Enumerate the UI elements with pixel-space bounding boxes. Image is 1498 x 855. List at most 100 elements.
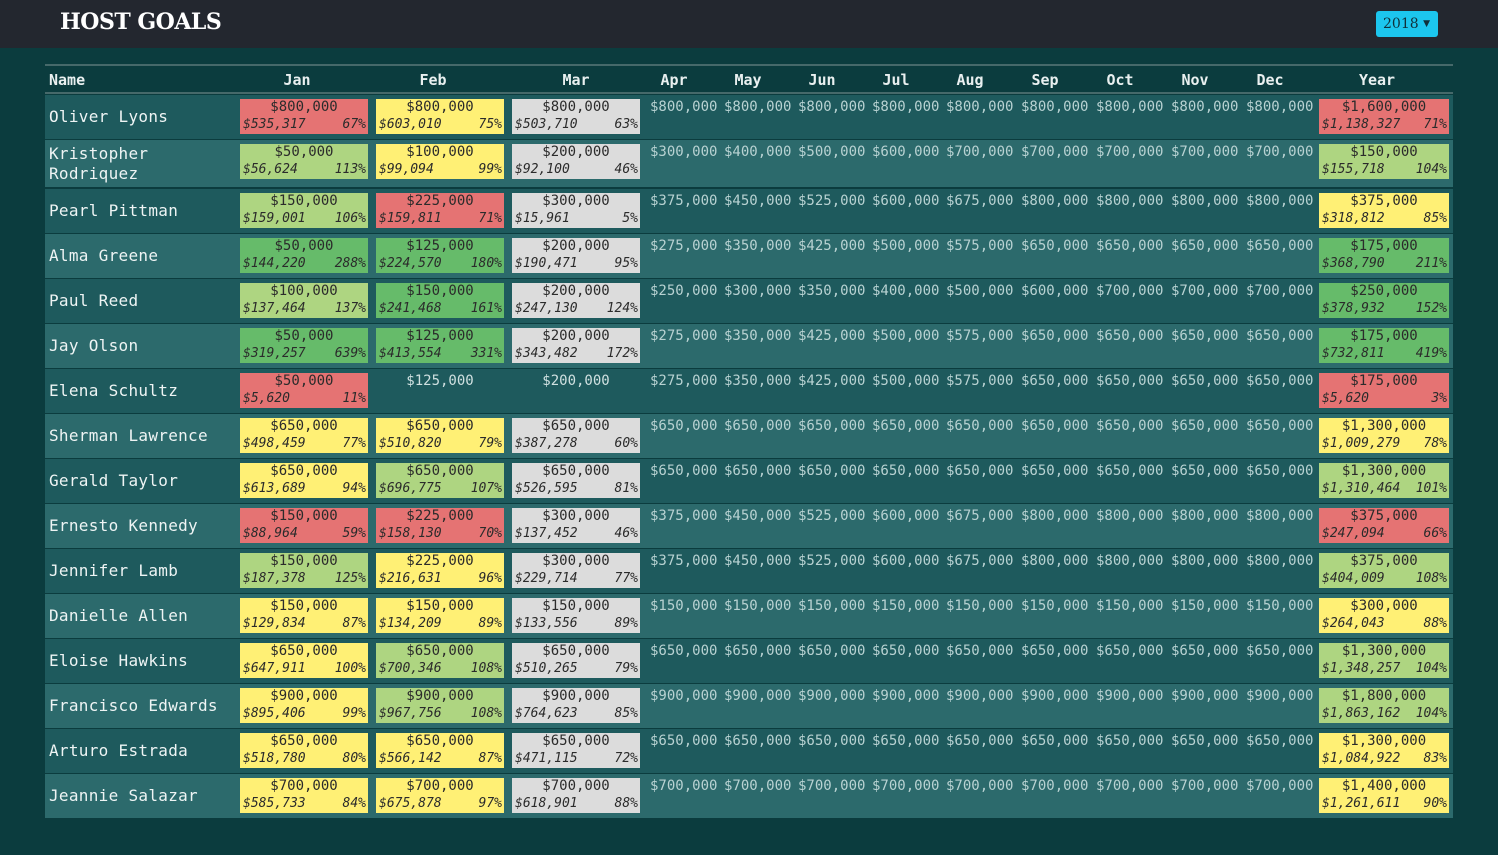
column-header-may[interactable]: May: [708, 71, 788, 89]
table-row[interactable]: Eloise Hawkins $650,000 $647,911 100% $650,0…: [45, 639, 1453, 684]
actual-value: $133,556: [515, 616, 578, 631]
goal-value: $200,000: [542, 373, 610, 389]
table-row[interactable]: Ernesto Kennedy $150,000 $88,964 59% $225,00…: [45, 504, 1453, 549]
month-goal: $650,000: [650, 463, 718, 479]
goal-value: $800,000: [270, 99, 338, 115]
actual-value: $159,001: [243, 211, 306, 226]
host-name: Sherman Lawrence: [49, 426, 208, 445]
table-row[interactable]: Gerald Taylor $650,000 $613,689 94% $650,000…: [45, 459, 1453, 504]
actual-value: $144,220: [243, 256, 306, 271]
column-header-jan[interactable]: Jan: [257, 71, 337, 89]
month-goal: $350,000: [724, 238, 792, 254]
percent-value: 59%: [342, 526, 366, 541]
percent-value: 89%: [478, 616, 502, 631]
month-goal: $650,000: [1021, 328, 1089, 344]
column-header-oct[interactable]: Oct: [1080, 71, 1160, 89]
goal-value: $1,600,000: [1341, 99, 1427, 115]
month-goal: $650,000: [1021, 373, 1089, 389]
goal-value: $200,000: [542, 283, 610, 299]
month-goal: $500,000: [946, 283, 1014, 299]
goal-value: $650,000: [270, 733, 338, 749]
host-name: Ernesto Kennedy: [49, 516, 198, 535]
month-cell: $650,000 $613,689 94%: [240, 463, 368, 498]
table-row[interactable]: Danielle Allen $150,000 $129,834 87% $150,00…: [45, 594, 1453, 639]
month-goal: $375,000: [650, 508, 718, 524]
month-goal: $700,000: [1171, 778, 1239, 794]
month-goal: $900,000: [872, 688, 940, 704]
month-cell: $150,000 $88,964 59%: [240, 508, 368, 543]
actual-value: $967,756: [379, 706, 442, 721]
column-header-apr[interactable]: Apr: [634, 71, 714, 89]
column-header-year[interactable]: Year: [1337, 71, 1417, 89]
month-goal: $650,000: [798, 463, 866, 479]
table-row[interactable]: Sherman Lawrence $650,000 $498,459 77% $650,…: [45, 414, 1453, 459]
month-cell: $900,000 $967,756 108%: [376, 688, 504, 723]
month-goal: $650,000: [1021, 238, 1089, 254]
table-row[interactable]: Jennifer Lamb $150,000 $187,378 125% $225,00…: [45, 549, 1453, 594]
year-cell: $1,400,000 $1,261,611 90%: [1319, 778, 1449, 813]
table-row[interactable]: Jeannie Salazar $700,000 $585,733 84% $700,0…: [45, 774, 1453, 819]
column-header-jul[interactable]: Jul: [856, 71, 936, 89]
month-cell: $50,000 $56,624 113%: [240, 144, 368, 179]
goal-value: $100,000: [406, 144, 474, 160]
column-header-jun[interactable]: Jun: [782, 71, 862, 89]
month-goal: $150,000: [872, 598, 940, 614]
table-row[interactable]: Kristopher Rodriquez $50,000 $56,624 113% $1…: [45, 140, 1453, 188]
month-goal: $500,000: [872, 328, 940, 344]
table-row[interactable]: Paul Reed $100,000 $137,464 137% $150,000 $24…: [45, 279, 1453, 324]
percent-value: 108%: [1415, 571, 1447, 586]
month-goal: $800,000: [1021, 553, 1089, 569]
year-select[interactable]: 2018 ▼: [1376, 11, 1438, 37]
month-goal: $300,000: [724, 283, 792, 299]
month-cell: $900,000 $895,406 99%: [240, 688, 368, 723]
actual-value: $675,878: [379, 796, 442, 811]
percent-value: 66%: [1423, 526, 1447, 541]
month-cell: $650,000 $518,780 80%: [240, 733, 368, 768]
month-goal: $650,000: [1096, 328, 1164, 344]
month-goal: $650,000: [946, 643, 1014, 659]
table-row[interactable]: Oliver Lyons $800,000 $535,317 67% $800,000 $…: [45, 95, 1453, 140]
table-row[interactable]: Pearl Pittman $150,000 $159,001 106% $225,00…: [45, 189, 1453, 234]
month-cell: $650,000 $387,278 60%: [512, 418, 640, 453]
month-goal: $600,000: [872, 144, 940, 160]
month-goal: $375,000: [650, 553, 718, 569]
table-row[interactable]: Arturo Estrada $650,000 $518,780 80% $650,00…: [45, 729, 1453, 774]
actual-value: $535,317: [243, 117, 306, 132]
table-row[interactable]: Elena Schultz $50,000 $5,620 11% $125,000 $20…: [45, 369, 1453, 414]
month-goal: $150,000: [1096, 598, 1164, 614]
host-name: Jay Olson: [49, 336, 139, 355]
month-cell: $150,000 $159,001 106%: [240, 193, 368, 228]
table-row[interactable]: Francisco Edwards $900,000 $895,406 99% $900…: [45, 684, 1453, 729]
table-row[interactable]: Jay Olson $50,000 $319,257 639% $125,000 $413…: [45, 324, 1453, 369]
actual-value: $368,790: [1322, 256, 1385, 271]
goal-value: $375,000: [1350, 553, 1418, 569]
actual-value: $526,595: [515, 481, 578, 496]
percent-value: 100%: [334, 661, 366, 676]
actual-value: $518,780: [243, 751, 306, 766]
actual-value: $696,775: [379, 481, 442, 496]
column-header-feb[interactable]: Feb: [393, 71, 473, 89]
percent-value: 3%: [1431, 391, 1447, 406]
column-header-name[interactable]: Name: [49, 71, 85, 89]
column-header-nov[interactable]: Nov: [1155, 71, 1235, 89]
percent-value: 79%: [478, 436, 502, 451]
percent-value: 113%: [334, 162, 366, 177]
column-header-aug[interactable]: Aug: [930, 71, 1010, 89]
column-header-sep[interactable]: Sep: [1005, 71, 1085, 89]
goal-value: $225,000: [406, 553, 474, 569]
table-row[interactable]: Alma Greene $50,000 $144,220 288% $125,000 $2…: [45, 234, 1453, 279]
actual-value: $137,464: [243, 301, 306, 316]
host-name: Paul Reed: [49, 291, 139, 310]
column-header-mar[interactable]: Mar: [536, 71, 616, 89]
year-cell: $175,000 $732,811 419%: [1319, 328, 1449, 363]
percent-value: 96%: [478, 571, 502, 586]
column-header-dec[interactable]: Dec: [1230, 71, 1310, 89]
goal-value: $225,000: [406, 193, 474, 209]
actual-value: $247,130: [515, 301, 578, 316]
percent-value: 88%: [1423, 616, 1447, 631]
month-goal: $800,000: [1021, 99, 1089, 115]
actual-value: $319,257: [243, 346, 306, 361]
goal-value: $1,400,000: [1341, 778, 1427, 794]
month-goal: $375,000: [650, 193, 718, 209]
month-goal: $525,000: [798, 508, 866, 524]
